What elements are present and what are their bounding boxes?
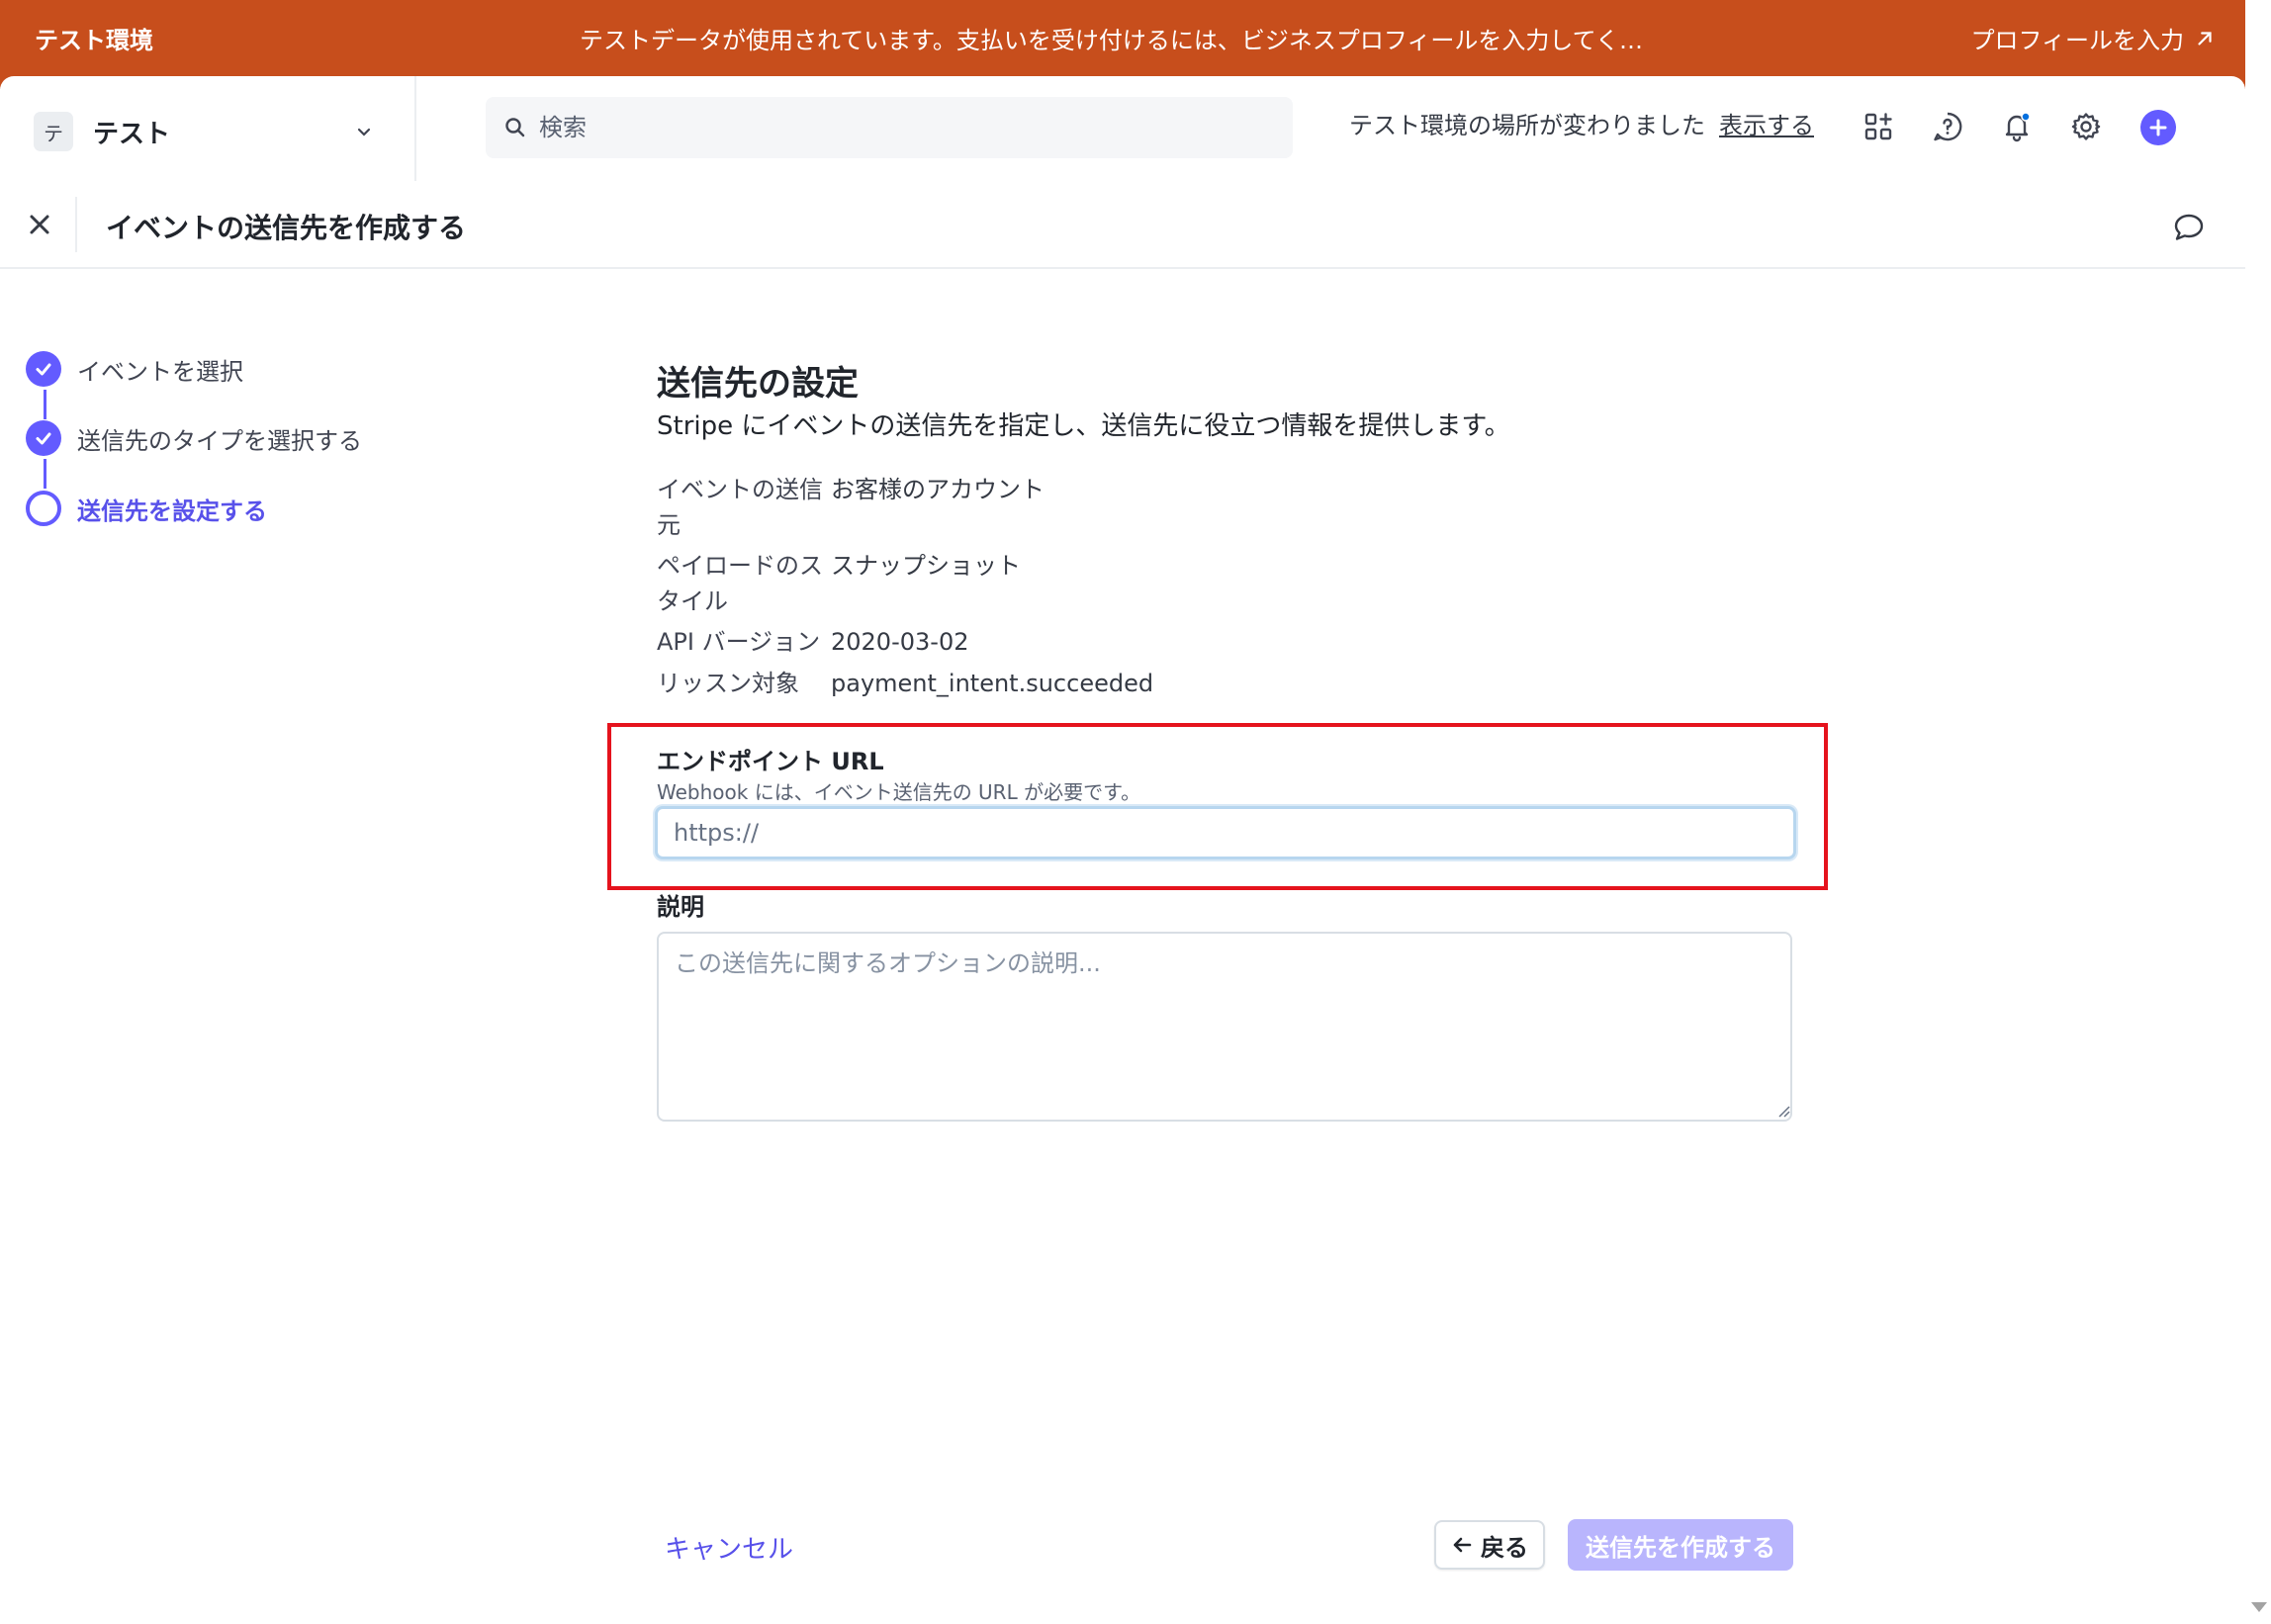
step-label: イベントを選択 (77, 357, 243, 386)
dialog-header: イベントの送信先を作成する (0, 181, 2245, 269)
account-switcher[interactable]: テ テスト (34, 110, 378, 153)
meta-label-line: API バージョン (657, 628, 821, 656)
profile-link[interactable]: プロフィールを入力 (1970, 21, 2216, 55)
step-connector (44, 459, 46, 489)
create-destination-button[interactable]: 送信先を作成する (1568, 1519, 1793, 1571)
meta-value: payment_intent.succeeded (831, 670, 1154, 697)
chevron-down-icon (357, 128, 371, 136)
section-title: 送信先の設定 (657, 364, 859, 404)
scroll-down-arrow-icon[interactable] (2251, 1602, 2267, 1612)
meta-value: スナップショット (831, 552, 1021, 580)
close-icon[interactable] (22, 207, 57, 242)
step-done-indicator (26, 351, 61, 387)
header-divider (414, 76, 416, 181)
apps-button[interactable] (1858, 106, 1899, 147)
notifications-button[interactable] (1996, 106, 2038, 147)
plus-icon (2149, 119, 2167, 136)
app-root: テスト環境 テストデータが使用されています。支払いを受け付けるには、ビジネスプロ… (0, 0, 2271, 1624)
env-label: テスト環境 (35, 27, 153, 54)
meta-label-line: 元 (657, 511, 681, 539)
meta-label: リッスン対象 (657, 666, 835, 701)
meta-label-line: ペイロードのス (657, 552, 823, 580)
meta-label: イベントの送信 元 (657, 472, 835, 543)
gear-icon (2071, 113, 2101, 140)
back-button-label: 戻る (1481, 1533, 1528, 1562)
apps-icon (1864, 113, 1892, 140)
dialog-title: イベントの送信先を作成する (106, 212, 467, 244)
help-icon (1934, 112, 1962, 141)
feedback-icon[interactable] (2172, 211, 2206, 244)
step-label: 送信先のタイプを選択する (77, 426, 362, 455)
settings-button[interactable] (2065, 106, 2107, 147)
endpoint-url-help: Webhook には、イベント送信先の URL が必要です。 (657, 780, 1141, 804)
profile-link-label: プロフィールを入力 (1970, 27, 2184, 54)
notice-link[interactable]: 表示する (1719, 112, 1814, 139)
step-label: 送信先を設定する (77, 496, 267, 525)
meta-label: ペイロードのス タイル (657, 548, 835, 619)
meta-label-line: イベントの送信 (657, 476, 823, 503)
search-input[interactable] (539, 114, 1231, 141)
step-connector (44, 390, 46, 419)
meta-label-line: タイル (657, 587, 728, 615)
check-icon (36, 363, 51, 376)
meta-label-line: リッスン対象 (657, 670, 799, 697)
endpoint-url-label: エンドポイント URL (657, 748, 884, 775)
section-subtitle: Stripe にイベントの送信先を指定し、送信先に役立つ情報を提供します。 (657, 411, 1510, 441)
help-button[interactable] (1927, 106, 1968, 147)
arrow-left-icon (1453, 1537, 1472, 1553)
bell-icon (2005, 112, 2031, 142)
location-notice: テスト環境の場所が変わりました 表示する (1349, 106, 1814, 140)
step-select-events[interactable]: イベントを選択 (26, 351, 243, 387)
meta-value: お客様のアカウント (831, 476, 1045, 503)
create-new-button[interactable] (2140, 110, 2176, 145)
search-icon (505, 118, 525, 137)
step-current-indicator (26, 491, 61, 526)
page-scrollbar[interactable] (2245, 0, 2271, 1624)
step-done-indicator (26, 420, 61, 456)
notice-text: テスト環境の場所が変わりました (1349, 112, 1705, 139)
meta-value: 2020-03-02 (831, 628, 969, 656)
step-configure: 送信先を設定する (26, 491, 267, 526)
step-select-type[interactable]: 送信先のタイプを選択する (26, 420, 362, 456)
top-header: テ テスト テスト環境の場所が変わりました表示する (0, 76, 2245, 181)
endpoint-url-input[interactable] (655, 806, 1796, 859)
resize-grip-icon[interactable] (1776, 1104, 1790, 1118)
test-mode-banner: テスト環境 テストデータが使用されています。支払いを受け付けるには、ビジネスプロ… (0, 0, 2245, 76)
banner-message: テストデータが使用されています。支払いを受け付けるには、ビジネスプロフィールを入… (580, 27, 1643, 54)
cancel-link[interactable]: キャンセル (665, 1529, 793, 1566)
description-label: 説明 (657, 893, 704, 921)
dialog-header-divider (75, 197, 77, 252)
meta-label: API バージョン (657, 624, 835, 660)
search-box[interactable] (486, 97, 1293, 158)
external-arrow-icon (2198, 31, 2212, 45)
account-name: テスト (93, 119, 171, 149)
account-avatar: テ (34, 112, 73, 151)
check-icon (36, 432, 51, 445)
description-textarea[interactable] (657, 932, 1792, 1122)
back-button[interactable]: 戻る (1434, 1520, 1545, 1570)
